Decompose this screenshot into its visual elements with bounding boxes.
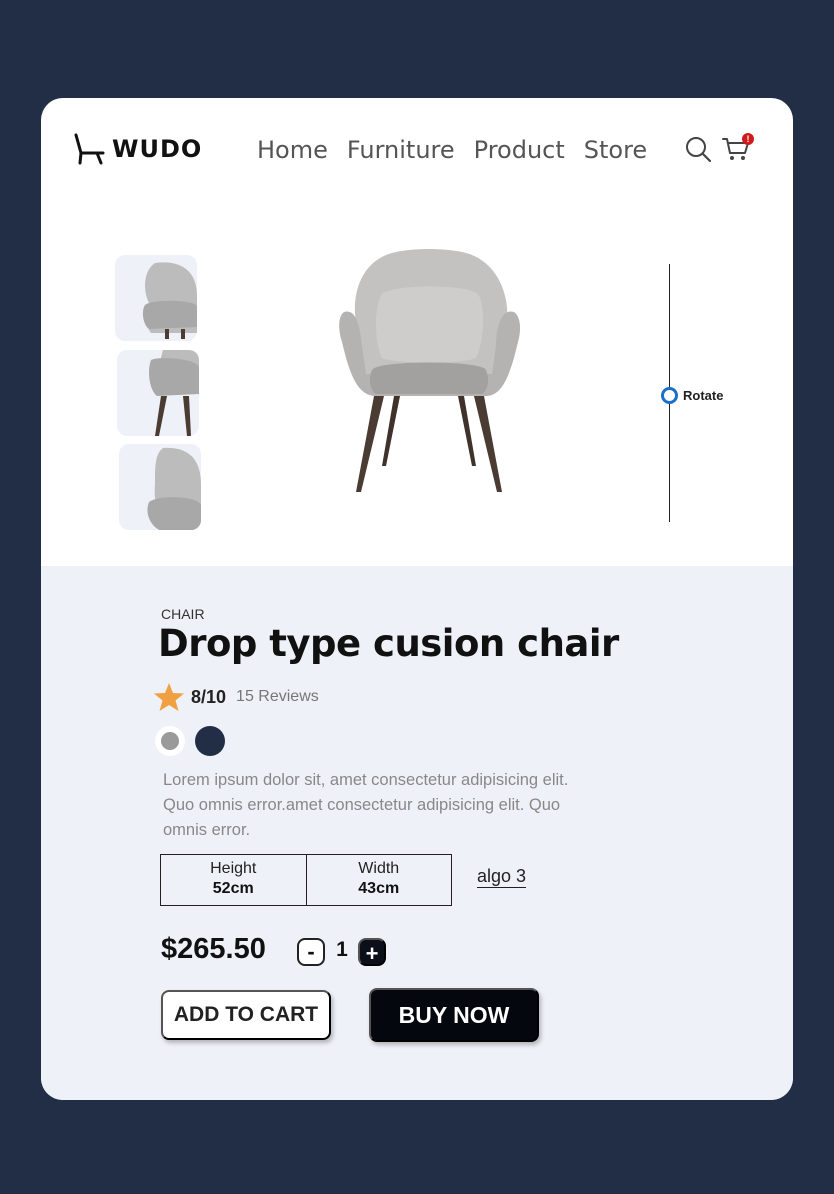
search-button[interactable] [684, 135, 712, 163]
quantity-increase-button[interactable]: + [358, 938, 386, 966]
thumbnail-1[interactable] [115, 255, 197, 341]
product-category: CHAIR [161, 606, 205, 622]
brand-logo[interactable]: WUDO [72, 131, 202, 167]
dimension-label: Width [358, 860, 400, 877]
cart-button[interactable]: ! [722, 133, 754, 163]
dimension-value: 43cm [358, 880, 400, 897]
nav-item-store[interactable]: Store [584, 136, 647, 164]
cart-badge: ! [742, 133, 754, 145]
header-actions: ! [684, 133, 754, 163]
review-count[interactable]: 15 Reviews [236, 688, 319, 706]
product-price: $265.50 [161, 933, 266, 965]
star-icon [154, 683, 184, 711]
color-swatch-gray[interactable] [155, 726, 185, 756]
main-nav: Home Furniture Product Store [257, 136, 647, 164]
product-card: WUDO Home Furniture Product Store ! Rota… [41, 98, 793, 1100]
color-swatch-navy[interactable] [195, 726, 225, 756]
product-title: Drop type cusion chair [158, 622, 619, 665]
rating-score: 8/10 [191, 686, 227, 707]
dimensions-table: Height 52cm Width 43cm [160, 854, 452, 906]
chair-logo-icon [74, 133, 105, 165]
chair-thumbnail-image [147, 447, 201, 530]
brand-name: WUDO [112, 135, 203, 163]
thumbnail-2[interactable] [117, 350, 199, 436]
dimension-value: 52cm [212, 880, 254, 897]
rotate-slider-handle[interactable] [661, 387, 678, 404]
nav-item-product[interactable]: Product [474, 136, 565, 164]
rotate-label: Rotate [683, 388, 724, 403]
product-rating: 8/10 15 Reviews [153, 681, 319, 713]
add-to-cart-button[interactable]: ADD TO CART [161, 990, 331, 1040]
dimension-width: Width 43cm [305, 855, 452, 905]
quantity-value: 1 [336, 938, 348, 961]
product-description: Lorem ipsum dolor sit, amet consectetur … [163, 771, 569, 839]
chair-thumbnail-image [142, 262, 197, 339]
chair-thumbnail-image [149, 350, 199, 436]
thumbnail-3[interactable] [119, 444, 201, 530]
dimension-label: Height [210, 860, 257, 877]
nav-item-home[interactable]: Home [257, 136, 328, 164]
extra-link[interactable]: algo 3 [477, 866, 527, 888]
chair-image [339, 249, 521, 492]
buy-now-button[interactable]: BUY NOW [369, 988, 539, 1042]
search-icon [686, 137, 712, 163]
quantity-decrease-button[interactable]: - [297, 938, 325, 966]
product-info-panel: CHAIR Drop type cusion chair 8/10 15 Rev… [41, 566, 793, 1100]
nav-item-furniture[interactable]: Furniture [347, 136, 455, 164]
dimension-height: Height 52cm [161, 855, 306, 905]
